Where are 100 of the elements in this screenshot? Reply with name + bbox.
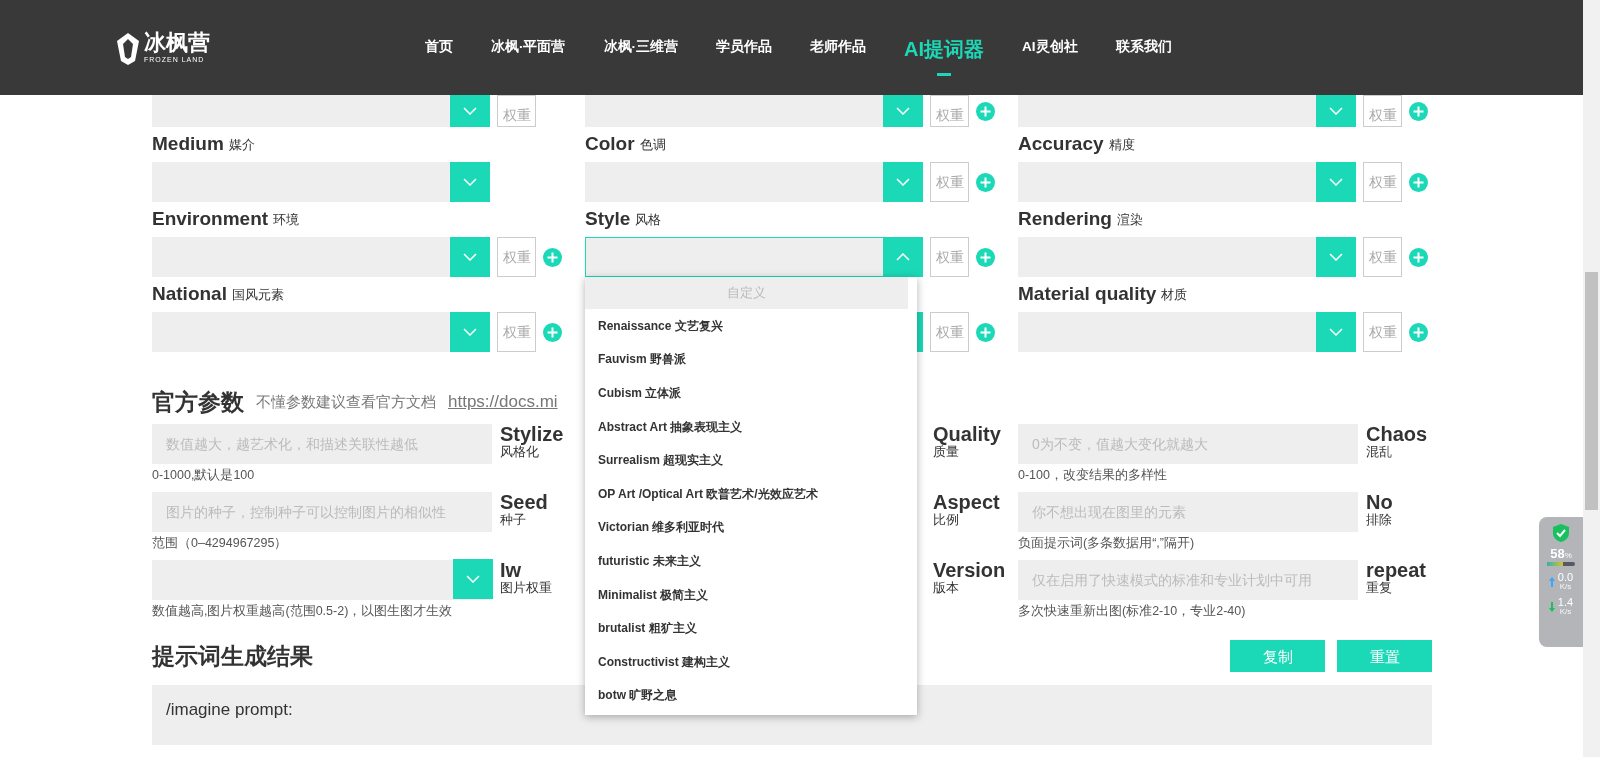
hint-text: 数值越高,图片权重越高(范围0.5-2)，以图生图才生效 bbox=[152, 603, 454, 620]
select-field[interactable] bbox=[1018, 237, 1356, 277]
dropdown-option[interactable]: Abstract Art 抽象表现主义 bbox=[585, 409, 917, 444]
dropdown-option[interactable]: OP Art /Optical Art 欧普艺术/光效应艺术 bbox=[585, 476, 917, 511]
field-label: Accuracy bbox=[1018, 132, 1104, 157]
shield-check-icon bbox=[1552, 523, 1570, 543]
select-field[interactable] bbox=[152, 95, 490, 127]
hint-text: 0-100，改变结果的多样性 bbox=[1018, 467, 1168, 484]
chevron-up-icon bbox=[896, 253, 910, 261]
param-label: Iw bbox=[500, 560, 523, 581]
select-field[interactable] bbox=[152, 162, 490, 202]
hint-text: 范围（0–4294967295） bbox=[152, 535, 289, 552]
select-field[interactable] bbox=[1018, 162, 1356, 202]
param-label: Quality bbox=[933, 424, 1001, 445]
field-label-cn: 精度 bbox=[1108, 135, 1135, 154]
field-label: Medium bbox=[152, 132, 224, 157]
hint-text: 多次快速重新出图(标准2-10，专业2-40) bbox=[1018, 603, 1247, 620]
dropdown-option[interactable]: Cubism 立体派 bbox=[585, 376, 917, 410]
chevron-down-icon bbox=[896, 107, 910, 115]
add-icon[interactable] bbox=[1409, 247, 1428, 267]
field-label-cn: 环境 bbox=[273, 210, 300, 229]
dropdown-option[interactable]: futuristic 未来主义 bbox=[585, 544, 917, 578]
chevron-down-icon bbox=[1329, 328, 1343, 336]
dropdown-option[interactable]: Constructivist 建构主义 bbox=[585, 644, 917, 679]
add-icon[interactable] bbox=[1409, 172, 1428, 192]
add-icon[interactable] bbox=[543, 247, 562, 267]
add-icon[interactable] bbox=[976, 247, 995, 267]
field-label-cn: 风格 bbox=[635, 210, 662, 229]
field-label: National bbox=[152, 282, 227, 307]
add-icon[interactable] bbox=[976, 172, 995, 192]
scrollbar-thumb[interactable] bbox=[1585, 272, 1598, 510]
param-label: Seed bbox=[500, 492, 548, 513]
add-icon[interactable] bbox=[976, 102, 995, 121]
chevron-down-icon bbox=[463, 178, 477, 186]
param-label: Version bbox=[933, 560, 1006, 581]
dropdown-option[interactable]: brutalist 粗犷主义 bbox=[585, 611, 917, 645]
chevron-down-icon bbox=[463, 107, 477, 115]
select-field[interactable] bbox=[585, 162, 923, 202]
note-text: 不懂参数建议查看官方文档 bbox=[256, 391, 436, 412]
chevron-down-icon bbox=[1329, 107, 1343, 115]
param-label: No bbox=[1366, 492, 1393, 513]
nav-link[interactable]: 老师作品 bbox=[791, 37, 885, 58]
dropdown-option[interactable]: Surrealism 超现实主义 bbox=[585, 443, 917, 477]
scrollbar[interactable] bbox=[1583, 0, 1600, 757]
add-icon[interactable] bbox=[1409, 102, 1428, 121]
param-label: Stylize bbox=[500, 424, 564, 445]
param-label-cn: 混乱 bbox=[1366, 445, 1393, 459]
chevron-down-icon bbox=[896, 178, 910, 186]
nav-link[interactable]: 联系我们 bbox=[1096, 37, 1191, 58]
section-title: 官方参数 bbox=[152, 388, 244, 417]
dropdown-option[interactable]: Renaissance 文艺复兴 bbox=[585, 309, 917, 343]
param-label-cn: 种子 bbox=[500, 513, 527, 527]
logo-text: 冰枫营 bbox=[144, 32, 210, 54]
select-field[interactable] bbox=[1018, 95, 1356, 127]
field-label-cn: 媒介 bbox=[228, 135, 255, 154]
param-label-cn: 质量 bbox=[933, 445, 959, 459]
chevron-down-icon bbox=[466, 575, 480, 583]
chevron-down-icon bbox=[1329, 178, 1343, 186]
hint-text: 负面提示词(多条数据用“,”隔开) bbox=[1018, 535, 1196, 552]
nav-link[interactable]: 学员作品 bbox=[697, 37, 791, 58]
param-label-cn: 版本 bbox=[933, 581, 960, 595]
docs-link[interactable]: https://docs.mi bbox=[448, 389, 558, 415]
select-field[interactable] bbox=[585, 95, 923, 127]
field-label: Style bbox=[585, 207, 631, 232]
add-icon[interactable] bbox=[543, 322, 562, 342]
param-label-cn: 重复 bbox=[1366, 581, 1392, 595]
nav-link[interactable]: 冰枫·三维营 bbox=[584, 37, 697, 58]
add-icon[interactable] bbox=[1409, 322, 1428, 342]
field-label: Rendering bbox=[1018, 207, 1112, 232]
select-field[interactable] bbox=[152, 312, 490, 352]
param-label: Chaos bbox=[1366, 424, 1428, 445]
chevron-down-icon bbox=[1329, 253, 1343, 261]
speed-value: 1.4 bbox=[1557, 597, 1574, 608]
field-label: Environment bbox=[152, 207, 269, 232]
nav-link[interactable]: 冰枫·平面营 bbox=[472, 37, 585, 58]
hint-text: 0-1000,默认是100 bbox=[152, 467, 256, 484]
param-label: Aspect bbox=[933, 492, 1000, 513]
field-label-cn: 材质 bbox=[1161, 285, 1188, 304]
cpu-percent: 58% bbox=[1550, 547, 1572, 560]
field-label-cn: 国风元素 bbox=[231, 285, 284, 304]
field-label-cn: 渲染 bbox=[1116, 210, 1143, 229]
dropdown-option[interactable]: Victorian 维多利亚时代 bbox=[585, 510, 917, 545]
param-label: repeat bbox=[1366, 560, 1427, 581]
section-title: 提示词生成结果 bbox=[152, 642, 313, 671]
down-arrow-icon bbox=[1548, 601, 1555, 612]
select-field[interactable] bbox=[1018, 312, 1356, 352]
speed-value: 0.0 bbox=[1557, 572, 1574, 583]
param-label-cn: 风格化 bbox=[500, 445, 539, 459]
dropdown-option[interactable]: Fauvism 野兽派 bbox=[585, 342, 917, 377]
dropdown-option[interactable]: Minimalist 极简主义 bbox=[585, 577, 917, 612]
up-arrow-icon bbox=[1548, 576, 1555, 587]
nav-link[interactable]: AI灵创社 bbox=[1003, 37, 1097, 58]
add-icon[interactable] bbox=[976, 322, 995, 342]
select-field[interactable] bbox=[152, 560, 492, 600]
select-field[interactable] bbox=[585, 237, 923, 277]
chevron-down-icon bbox=[463, 328, 477, 336]
param-label-cn: 图片权重 bbox=[500, 581, 552, 595]
nav-link[interactable]: 首页 bbox=[406, 37, 472, 58]
select-field[interactable] bbox=[152, 237, 490, 277]
param-label-cn: 比例 bbox=[933, 513, 959, 527]
